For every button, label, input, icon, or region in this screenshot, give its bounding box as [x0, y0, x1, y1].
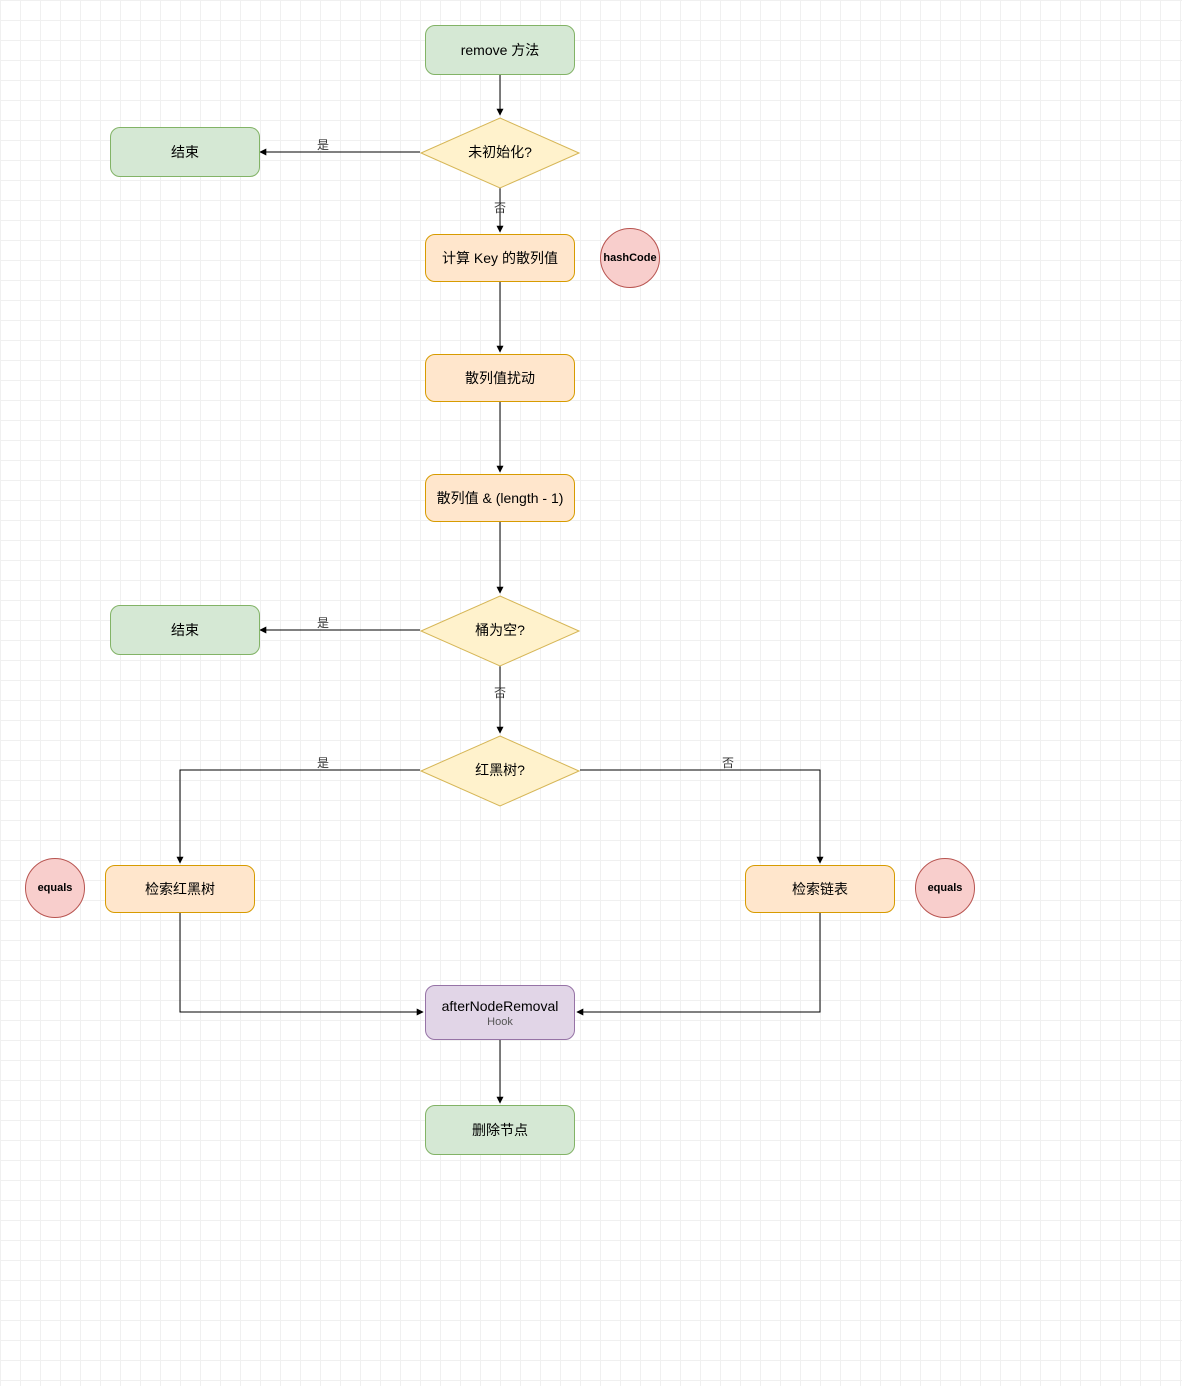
edge-label-no: 否: [720, 754, 736, 771]
edge-label-yes: 是: [315, 614, 331, 631]
node-equals-right: equals: [915, 858, 975, 918]
node-perturb-hash: 散列值扰动: [425, 354, 575, 402]
node-search-list: 检索链表: [745, 865, 895, 913]
node-label: equals: [928, 882, 963, 894]
decision-rbtree: 红黑树?: [420, 735, 580, 805]
node-label: 未初始化?: [468, 142, 532, 162]
decision-uninitialized: 未初始化?: [420, 117, 580, 187]
node-label: 删除节点: [472, 1120, 528, 1140]
node-label: 结束: [171, 142, 199, 162]
node-equals-left: equals: [25, 858, 85, 918]
node-hashcode: hashCode: [600, 228, 660, 288]
node-end-1: 结束: [110, 127, 260, 177]
node-label: 散列值扰动: [465, 368, 535, 388]
node-end-2: 结束: [110, 605, 260, 655]
flowchart-edges: [0, 0, 1182, 1386]
node-delete: 删除节点: [425, 1105, 575, 1155]
node-label: hashCode: [603, 252, 656, 264]
node-label: 散列值 & (length - 1): [437, 488, 564, 508]
decision-bucket-empty: 桶为空?: [420, 595, 580, 665]
node-label: 结束: [171, 620, 199, 640]
node-label: remove 方法: [461, 40, 540, 60]
node-label: 红黑树?: [475, 760, 525, 780]
edge-label-no: 否: [492, 684, 508, 701]
node-label: 桶为空?: [475, 620, 525, 640]
edge-label-no: 否: [492, 199, 508, 216]
node-search-rbtree: 检索红黑树: [105, 865, 255, 913]
node-label: 检索红黑树: [145, 879, 215, 899]
node-sublabel: Hook: [487, 1016, 513, 1028]
node-label: 计算 Key 的散列值: [442, 248, 558, 268]
node-compute-hash: 计算 Key 的散列值: [425, 234, 575, 282]
node-index-mask: 散列值 & (length - 1): [425, 474, 575, 522]
edge-label-yes: 是: [315, 136, 331, 153]
node-label: afterNodeRemoval: [442, 998, 559, 1014]
node-label: equals: [38, 882, 73, 894]
node-start: remove 方法: [425, 25, 575, 75]
node-label: 检索链表: [792, 879, 848, 899]
node-after-node-removal: afterNodeRemoval Hook: [425, 985, 575, 1040]
edge-label-yes: 是: [315, 754, 331, 771]
